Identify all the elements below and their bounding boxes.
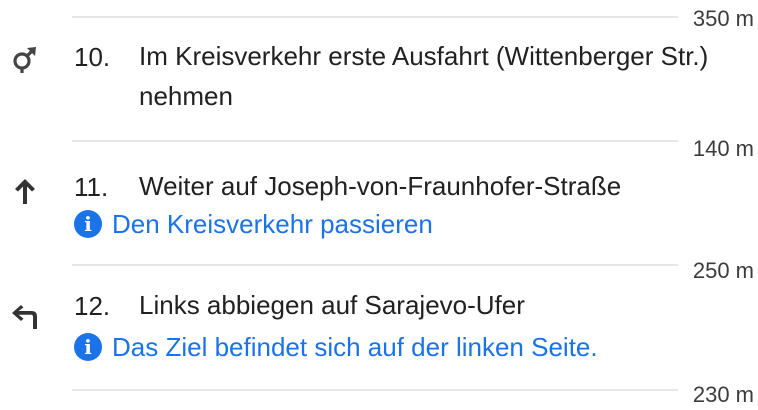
direction-step[interactable]: 11. Weiter auf Joseph-von-Fraunhofer-Str… xyxy=(0,166,758,246)
step-note-link[interactable]: i Den Kreisverkehr passieren xyxy=(74,206,433,242)
direction-step[interactable]: 10. Im Kreisverkehr erste Ausfahrt (Witt… xyxy=(0,34,758,126)
step-number: 11. xyxy=(74,172,109,202)
divider xyxy=(72,389,678,391)
divider xyxy=(72,140,678,142)
step-note-text: Den Kreisverkehr passieren xyxy=(112,209,433,239)
step-distance: 250 m xyxy=(692,258,754,283)
step-note-link[interactable]: i Das Ziel befindet sich auf der linken … xyxy=(74,329,598,365)
step-instruction: Im Kreisverkehr erste Ausfahrt (Wittenbe… xyxy=(139,41,709,111)
divider xyxy=(72,264,678,266)
direction-step[interactable]: 12. Links abbiegen auf Sarajevo-Ufer i D… xyxy=(0,287,758,369)
step-distance: 230 m xyxy=(692,382,754,407)
step-number: 10. xyxy=(74,42,111,72)
info-icon: i xyxy=(74,333,102,361)
turn-left-icon xyxy=(8,299,42,333)
step-note-text: Das Ziel befindet sich auf der linken Se… xyxy=(112,332,598,362)
divider xyxy=(72,16,678,18)
info-icon: i xyxy=(74,210,102,238)
arrow-straight-icon xyxy=(8,174,42,208)
step-number: 12. xyxy=(74,291,111,321)
step-instruction: Links abbiegen auf Sarajevo-Ufer xyxy=(139,290,525,320)
step-instruction: Weiter auf Joseph-von-Fraunhofer-Straße xyxy=(139,171,622,201)
step-distance: 350 m xyxy=(692,6,754,31)
roundabout-first-exit-icon xyxy=(8,42,42,76)
step-distance: 140 m xyxy=(692,136,754,161)
